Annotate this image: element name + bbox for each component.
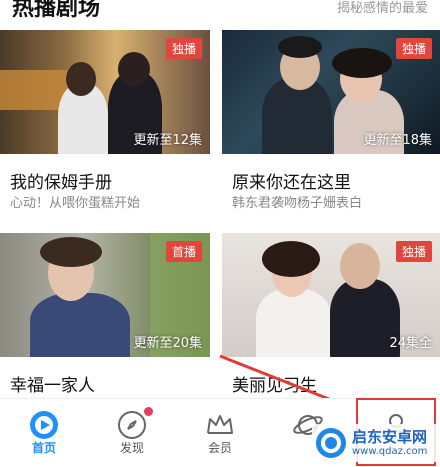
episode-count: 更新至18集 [363,133,432,148]
drama-thumbnail[interactable]: 独播 24集全 [222,233,440,357]
nav-home-label: 首页 [31,441,56,455]
nav-discover-label: 发现 [119,441,144,455]
home-play-icon [30,411,58,439]
episode-count: 更新至20集 [133,336,202,351]
drama-card[interactable]: 独播 更新至12集 我的保姆手册 心动！从喂你蛋糕开始 [0,30,210,214]
premiere-tag: 首播 [165,241,202,262]
section-subtitle[interactable]: 揭秘感情的最爱 [337,0,428,16]
exclusive-tag: 独播 [395,241,432,262]
drama-subtitle: 心动！从喂你蛋糕开始 [10,196,141,211]
nav-vip[interactable]: 会员 [176,399,264,467]
drama-title[interactable]: 幸福一家人 [10,371,95,396]
nav-home[interactable]: 首页 [0,399,88,467]
episode-count: 更新至12集 [133,133,202,148]
drama-thumbnail[interactable]: 首播 更新至20集 [0,233,210,357]
drama-thumbnail[interactable]: 独播 更新至18集 [222,30,440,154]
episode-count: 24集全 [389,336,432,351]
crown-icon [207,415,233,434]
watermark-logo-icon [316,428,346,458]
drama-card[interactable]: 独播 更新至18集 原来你还在这里 韩东君袭吻杨子姗表白 [222,30,440,214]
compass-icon [118,411,146,439]
drama-title[interactable]: 我的保姆手册 [10,168,112,193]
watermark: 启东安卓网 www.qdaz.com [312,424,438,462]
watermark-text: 启东安卓网 [352,428,428,447]
nav-vip-label: 会员 [207,441,232,455]
drama-subtitle: 韩东君袭吻杨子姗表白 [232,196,363,211]
drama-title[interactable]: 原来你还在这里 [232,168,351,193]
drama-card[interactable]: 首播 更新至20集 幸福一家人 [0,233,210,398]
exclusive-tag: 独播 [165,38,202,59]
drama-title[interactable]: 美丽见习生 [232,371,317,396]
drama-thumbnail[interactable]: 独播 更新至12集 [0,30,210,154]
exclusive-tag: 独播 [395,38,432,59]
notification-dot [144,407,153,416]
watermark-url: www.qdaz.com [352,445,428,457]
section-title: 热播剧场 [12,0,101,21]
nav-discover[interactable]: 发现 [88,399,176,467]
drama-card[interactable]: 独播 24集全 美丽见习生 [222,233,440,398]
